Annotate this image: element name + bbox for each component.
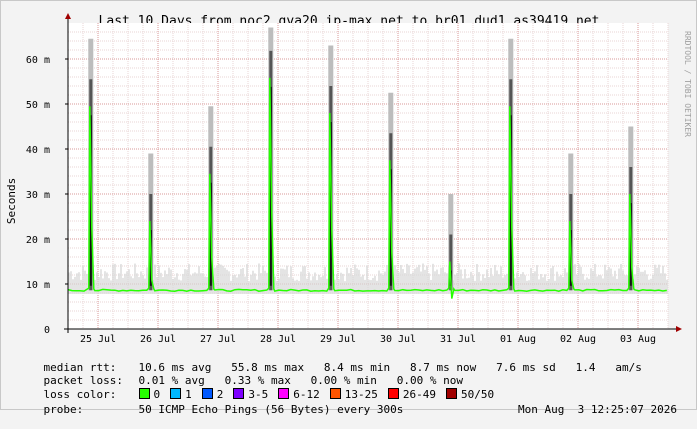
x-tick-label: 26 Jul: [140, 334, 176, 345]
x-tick-label: 28 Jul: [260, 334, 296, 345]
y-axis-label: Seconds: [5, 178, 18, 224]
x-tick-label: 29 Jul: [320, 334, 356, 345]
rrdtool-credit: RRDTOOL / TOBI OETIKER: [683, 31, 692, 137]
x-axis-arrow: [676, 326, 682, 332]
y-tick-label: 30 m: [26, 190, 50, 201]
y-tick-label: 20 m: [26, 235, 50, 246]
x-tick-label: 02 Aug: [560, 334, 596, 345]
x-tick-labels: 25 Jul 26 Jul 27 Jul 28 Jul 29 Jul 30 Jul 31 J…: [80, 334, 656, 345]
y-tick-label: 60 m: [26, 55, 50, 66]
x-tick-label: 25 Jul: [80, 334, 116, 345]
y-tick-label: 0: [44, 325, 50, 336]
x-tick-label: 01 Aug: [500, 334, 536, 345]
y-tick-label: 40 m: [26, 145, 50, 156]
y-tick-label: 10 m: [26, 280, 50, 291]
rtt-chart: Last 10 Days from noc2.gva20.ip-max.net …: [5, 13, 692, 345]
x-tick-label: 30 Jul: [380, 334, 416, 345]
smokeping-graph: Last 10 Days from noc2.gva20.ip-max.net …: [0, 0, 697, 416]
y-tick-label: 50 m: [26, 100, 50, 111]
x-tick-label: 31 Jul: [440, 334, 476, 345]
y-tick-labels: 0 10 m 20 m 30 m 40 m 50 m 60 m: [26, 55, 50, 336]
y-axis-arrow: [65, 13, 71, 19]
x-tick-label: 27 Jul: [200, 334, 236, 345]
x-tick-label: 03 Aug: [620, 334, 656, 345]
